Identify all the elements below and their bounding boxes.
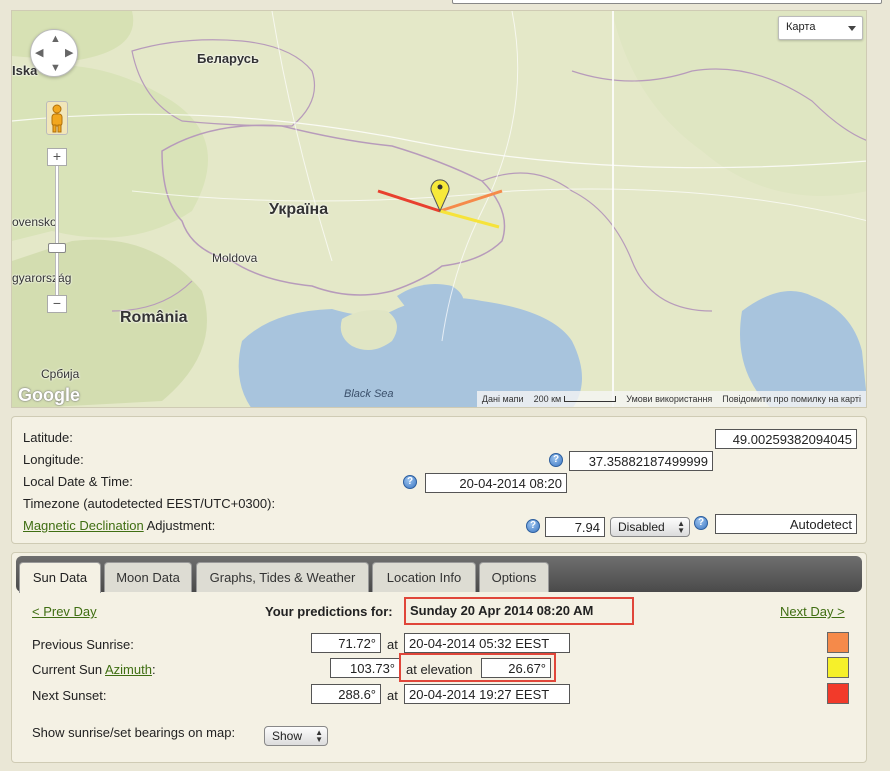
pan-left-icon[interactable]: ◀ bbox=[35, 48, 43, 59]
azimuth-suffix: : bbox=[151, 662, 156, 677]
predictions-label: Your predictions for: bbox=[265, 604, 393, 619]
tab-sun-data[interactable]: Sun Data bbox=[19, 562, 101, 593]
declination-suffix: Adjustment: bbox=[143, 518, 216, 533]
elevation-field[interactable]: 26.67° bbox=[481, 658, 551, 678]
google-logo: Google bbox=[18, 385, 80, 405]
zoom-in-icon[interactable]: + bbox=[47, 148, 67, 166]
longitude-label: Longitude: bbox=[23, 452, 84, 467]
map-scale-label: 200 км bbox=[533, 394, 562, 404]
map-terms-link[interactable]: Умови використання bbox=[621, 394, 717, 404]
map-terrain bbox=[12, 11, 866, 407]
longitude-help-icon[interactable]: ? bbox=[549, 453, 563, 467]
datetime-label: Local Date & Time: bbox=[23, 474, 133, 489]
sunset-time-field[interactable]: 20-04-2014 19:27 EEST bbox=[404, 684, 570, 704]
tab-bar: Sun Data Moon Data Graphs, Tides & Weath… bbox=[16, 556, 862, 593]
pan-down-icon[interactable]: ▼ bbox=[50, 63, 61, 74]
sunrise-bearing-field[interactable]: 71.72° bbox=[311, 633, 381, 653]
elevation-label: at elevation bbox=[406, 662, 473, 677]
sunset-color-swatch[interactable] bbox=[827, 683, 849, 704]
azimuth-field[interactable]: 103.73° bbox=[330, 658, 400, 678]
map-label-ukraine: Україна bbox=[269, 201, 329, 218]
show-bearings-value: Show bbox=[272, 729, 303, 743]
zoom-slider-handle[interactable] bbox=[48, 243, 66, 253]
show-bearings-label: Show sunrise/set bearings on map: bbox=[32, 725, 236, 740]
sunrise-color-swatch[interactable] bbox=[827, 632, 849, 653]
select-arrows-icon: ▲ ▼ bbox=[677, 519, 685, 535]
declination-row: Magnetic Declination Adjustment: bbox=[23, 518, 215, 533]
datetime-field[interactable]: 20-04-2014 08:20 bbox=[425, 473, 567, 493]
pan-control[interactable]: ▲ ▼ ◀ ▶ bbox=[30, 29, 78, 77]
declination-field[interactable]: 7.94 bbox=[545, 517, 605, 537]
predictions-date: Sunday 20 Apr 2014 08:20 AM bbox=[410, 603, 594, 618]
longitude-field[interactable]: 37.35882187499999 bbox=[569, 451, 713, 471]
map-label-serbia: Србија bbox=[41, 367, 80, 381]
map-label-belarus: Беларусь bbox=[197, 51, 259, 66]
tab-options[interactable]: Options bbox=[479, 562, 549, 592]
map-scale: 200 км bbox=[529, 394, 622, 404]
map-label-gyarorszag: gyarország bbox=[12, 271, 72, 285]
datetime-help-icon[interactable]: ? bbox=[403, 475, 417, 489]
sunrise-time-field[interactable]: 20-04-2014 05:32 EEST bbox=[404, 633, 570, 653]
latitude-label: Latitude: bbox=[23, 430, 73, 445]
tab-location-info[interactable]: Location Info bbox=[372, 562, 476, 592]
declination-select[interactable]: Disabled ▲ ▼ bbox=[610, 517, 690, 537]
map-label-black-sea: Black Sea bbox=[344, 388, 394, 400]
declination-help-icon[interactable]: ? bbox=[526, 519, 540, 533]
autodetect-help-icon[interactable]: ? bbox=[694, 516, 708, 530]
prev-day-link[interactable]: < Prev Day bbox=[32, 604, 97, 619]
declination-select-value: Disabled bbox=[618, 520, 665, 534]
sunset-bearing-field[interactable]: 288.6° bbox=[311, 684, 381, 704]
next-day-link[interactable]: Next Day > bbox=[780, 604, 845, 619]
map-type-label: Карта bbox=[786, 21, 816, 33]
zoom-out-icon[interactable]: − bbox=[47, 295, 67, 313]
map-footer: Дані мапи 200 км Умови використання Пові… bbox=[476, 391, 866, 407]
magnetic-declination-link[interactable]: Magnetic Declination bbox=[23, 518, 144, 533]
tab-moon-data[interactable]: Moon Data bbox=[104, 562, 192, 592]
street-view-pegman-icon[interactable] bbox=[46, 101, 68, 135]
autodetect-field[interactable]: Autodetect bbox=[715, 514, 857, 534]
sunset-label: Next Sunset: bbox=[32, 688, 107, 703]
pan-up-icon[interactable]: ▲ bbox=[50, 34, 61, 45]
show-bearings-select[interactable]: Show ▲ ▼ bbox=[264, 726, 328, 746]
location-settings-panel: Latitude: 49.00259382094045 Longitude: ?… bbox=[11, 416, 867, 544]
chevron-down-icon bbox=[848, 26, 856, 31]
azimuth-row-label: Current Sun Azimuth: bbox=[32, 662, 156, 677]
map-report-link[interactable]: Повідомити про помилку на карті bbox=[717, 394, 866, 404]
azimuth-link[interactable]: Azimuth bbox=[105, 662, 152, 677]
zoom-slider-track[interactable] bbox=[55, 161, 59, 307]
sun-data-panel: Sun Data Moon Data Graphs, Tides & Weath… bbox=[11, 552, 867, 763]
sunrise-at-label: at bbox=[387, 637, 398, 652]
map-data-link[interactable]: Дані мапи bbox=[477, 394, 529, 404]
map-type-select[interactable]: Карта bbox=[778, 16, 863, 40]
timezone-label: Timezone (autodetected EEST/UTC+0300): bbox=[23, 496, 276, 511]
map-label-ovensko: ovensko bbox=[12, 215, 57, 229]
select-arrows-icon: ▲ ▼ bbox=[315, 728, 323, 744]
sunrise-label: Previous Sunrise: bbox=[32, 637, 134, 652]
scale-bar bbox=[564, 396, 617, 402]
top-search-input[interactable] bbox=[452, 0, 882, 4]
map-label-moldova: Moldova bbox=[212, 251, 258, 265]
current-color-swatch[interactable] bbox=[827, 657, 849, 678]
sunset-at-label: at bbox=[387, 688, 398, 703]
pan-right-icon[interactable]: ▶ bbox=[65, 48, 73, 59]
tab-graphs-tides-weather[interactable]: Graphs, Tides & Weather bbox=[196, 562, 369, 592]
map-label-romania: România bbox=[120, 309, 188, 326]
latitude-field[interactable]: 49.00259382094045 bbox=[715, 429, 857, 449]
map-view[interactable]: Iska Беларусь Україна ovensko Moldova gy… bbox=[11, 10, 867, 408]
azimuth-prefix: Current Sun bbox=[32, 662, 105, 677]
